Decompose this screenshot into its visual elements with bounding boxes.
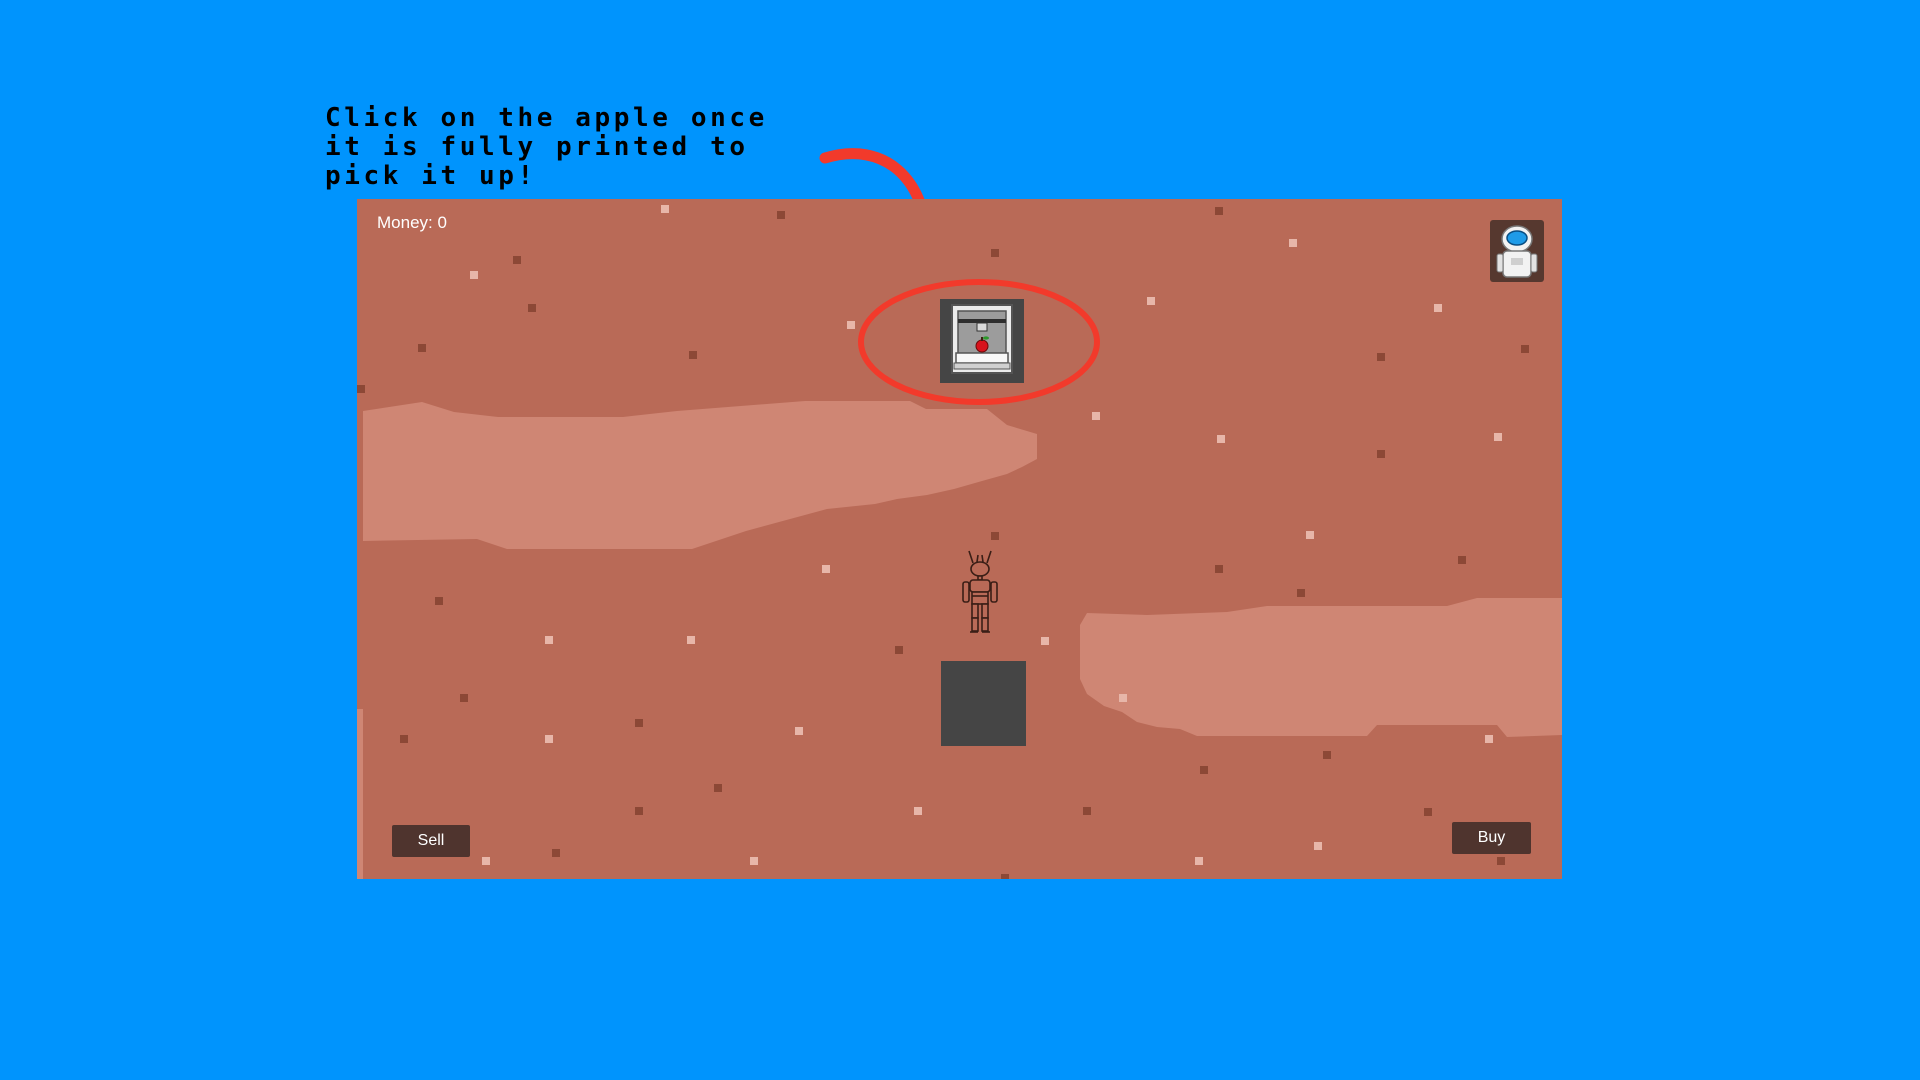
robot-icon[interactable] [957,549,1003,649]
astronaut-icon [1496,225,1538,278]
sell-button[interactable]: Sell [392,825,470,857]
buy-button[interactable]: Buy [1452,822,1531,854]
avatar-button[interactable] [1490,220,1544,282]
money-counter: Money: 0 [377,213,447,232]
tutorial-hint-text: Click on the apple once it is fully prin… [325,103,768,191]
game-area[interactable]: Money: 0 Sell Buy [357,199,1562,879]
empty-slot[interactable] [941,661,1026,746]
highlight-ring [858,279,1100,405]
